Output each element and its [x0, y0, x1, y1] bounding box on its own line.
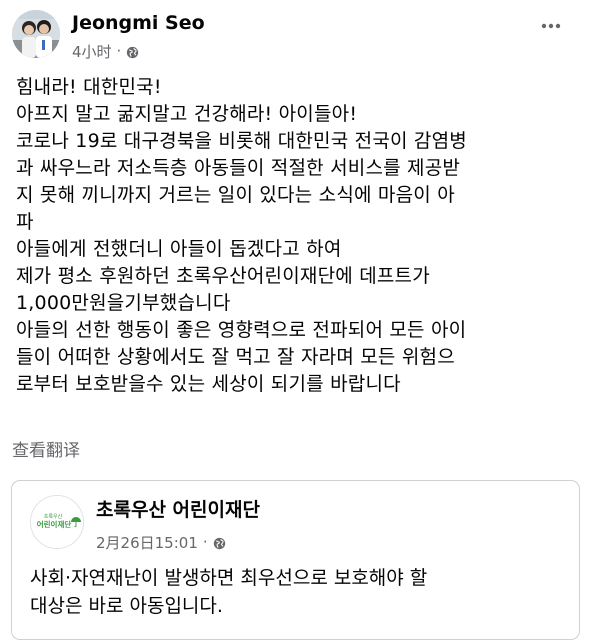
- more-options-button[interactable]: [533, 14, 569, 38]
- more-horizontal-icon: [541, 23, 561, 29]
- meta-separator: ·: [116, 42, 122, 60]
- post-text-line: 1,000만원을기부했습니다: [16, 292, 231, 314]
- shared-page-name[interactable]: 초록우산 어린이재단: [96, 498, 260, 522]
- shared-post-text-line: 대상은 바로 아동입니다.: [30, 595, 223, 617]
- post-header: Jeongmi Seo 4小时 ·: [0, 0, 594, 70]
- post-text-line: 지 못해 끼니까지 거르는 일이 있다는 소식에 마음이 아: [16, 184, 455, 206]
- shared-post-timestamp[interactable]: 2月26日15:01: [96, 532, 198, 553]
- post-meta: 4小时 ·: [72, 41, 139, 61]
- post-text-line: 과 싸우느라 저소득층 아동들이 적절한 서비스를 제공받: [16, 157, 461, 179]
- post-text-line: 파: [16, 211, 34, 233]
- shared-post-meta: 2月26日15:01 ·: [96, 532, 226, 552]
- author-name[interactable]: Jeongmi Seo: [72, 12, 205, 34]
- post-text-line: 제가 평소 후원하던 초록우산어린이재단에 데프트가: [16, 265, 430, 287]
- post-text-line: 아프지 말고 굶지말고 건강해라! 아이들아!: [16, 103, 358, 125]
- post-text-line: 로부터 보호받을수 있는 세상이 되기를 바랍니다: [16, 373, 401, 395]
- shared-page-avatar[interactable]: 초록우산 어린이재단: [30, 495, 84, 549]
- post-text-line: 아들의 선한 행동이 좋은 영향력으로 전파되어 모든 아이: [16, 319, 467, 341]
- meta-separator: ·: [202, 533, 208, 551]
- post-text: 힘내라! 대한민국! 아프지 말고 굶지말고 건강해라! 아이들아! 코로나 1…: [16, 74, 582, 398]
- author-avatar-photo: [12, 10, 60, 58]
- logo-text-top: 초록우산: [44, 513, 63, 520]
- author-avatar[interactable]: [12, 10, 60, 58]
- post-text-line: 힘내라! 대한민국!: [16, 76, 162, 98]
- post-text-line: 코로나 19로 대구경북을 비롯해 대한민국 전국이 감염병: [16, 130, 467, 152]
- shared-post-text: 사회·자연재난이 발생하면 최우선으로 보호해야 할 대상은 바로 아동입니다.: [30, 564, 427, 620]
- post-timestamp[interactable]: 4小时: [72, 41, 112, 62]
- see-translation-link[interactable]: 查看翻译: [12, 440, 80, 462]
- post-text-line: 아들에게 전했더니 아들이 돕겠다고 하여: [16, 238, 342, 260]
- green-umbrella-logo: 초록우산 어린이재단: [31, 496, 83, 548]
- shared-post-card[interactable]: 초록우산 어린이재단 초록우산 어린이재단 2月26日15:01 · 사회·자연…: [11, 480, 580, 640]
- globe-icon[interactable]: [213, 536, 226, 549]
- logo-text-main: 어린이재단: [37, 519, 72, 529]
- shared-post-text-line: 사회·자연재난이 발생하면 최우선으로 보호해야 할: [30, 567, 428, 589]
- post-text-line: 들이 어떠한 상황에서도 잘 먹고 잘 자라며 모든 위험으: [16, 346, 455, 368]
- globe-icon[interactable]: [126, 45, 139, 58]
